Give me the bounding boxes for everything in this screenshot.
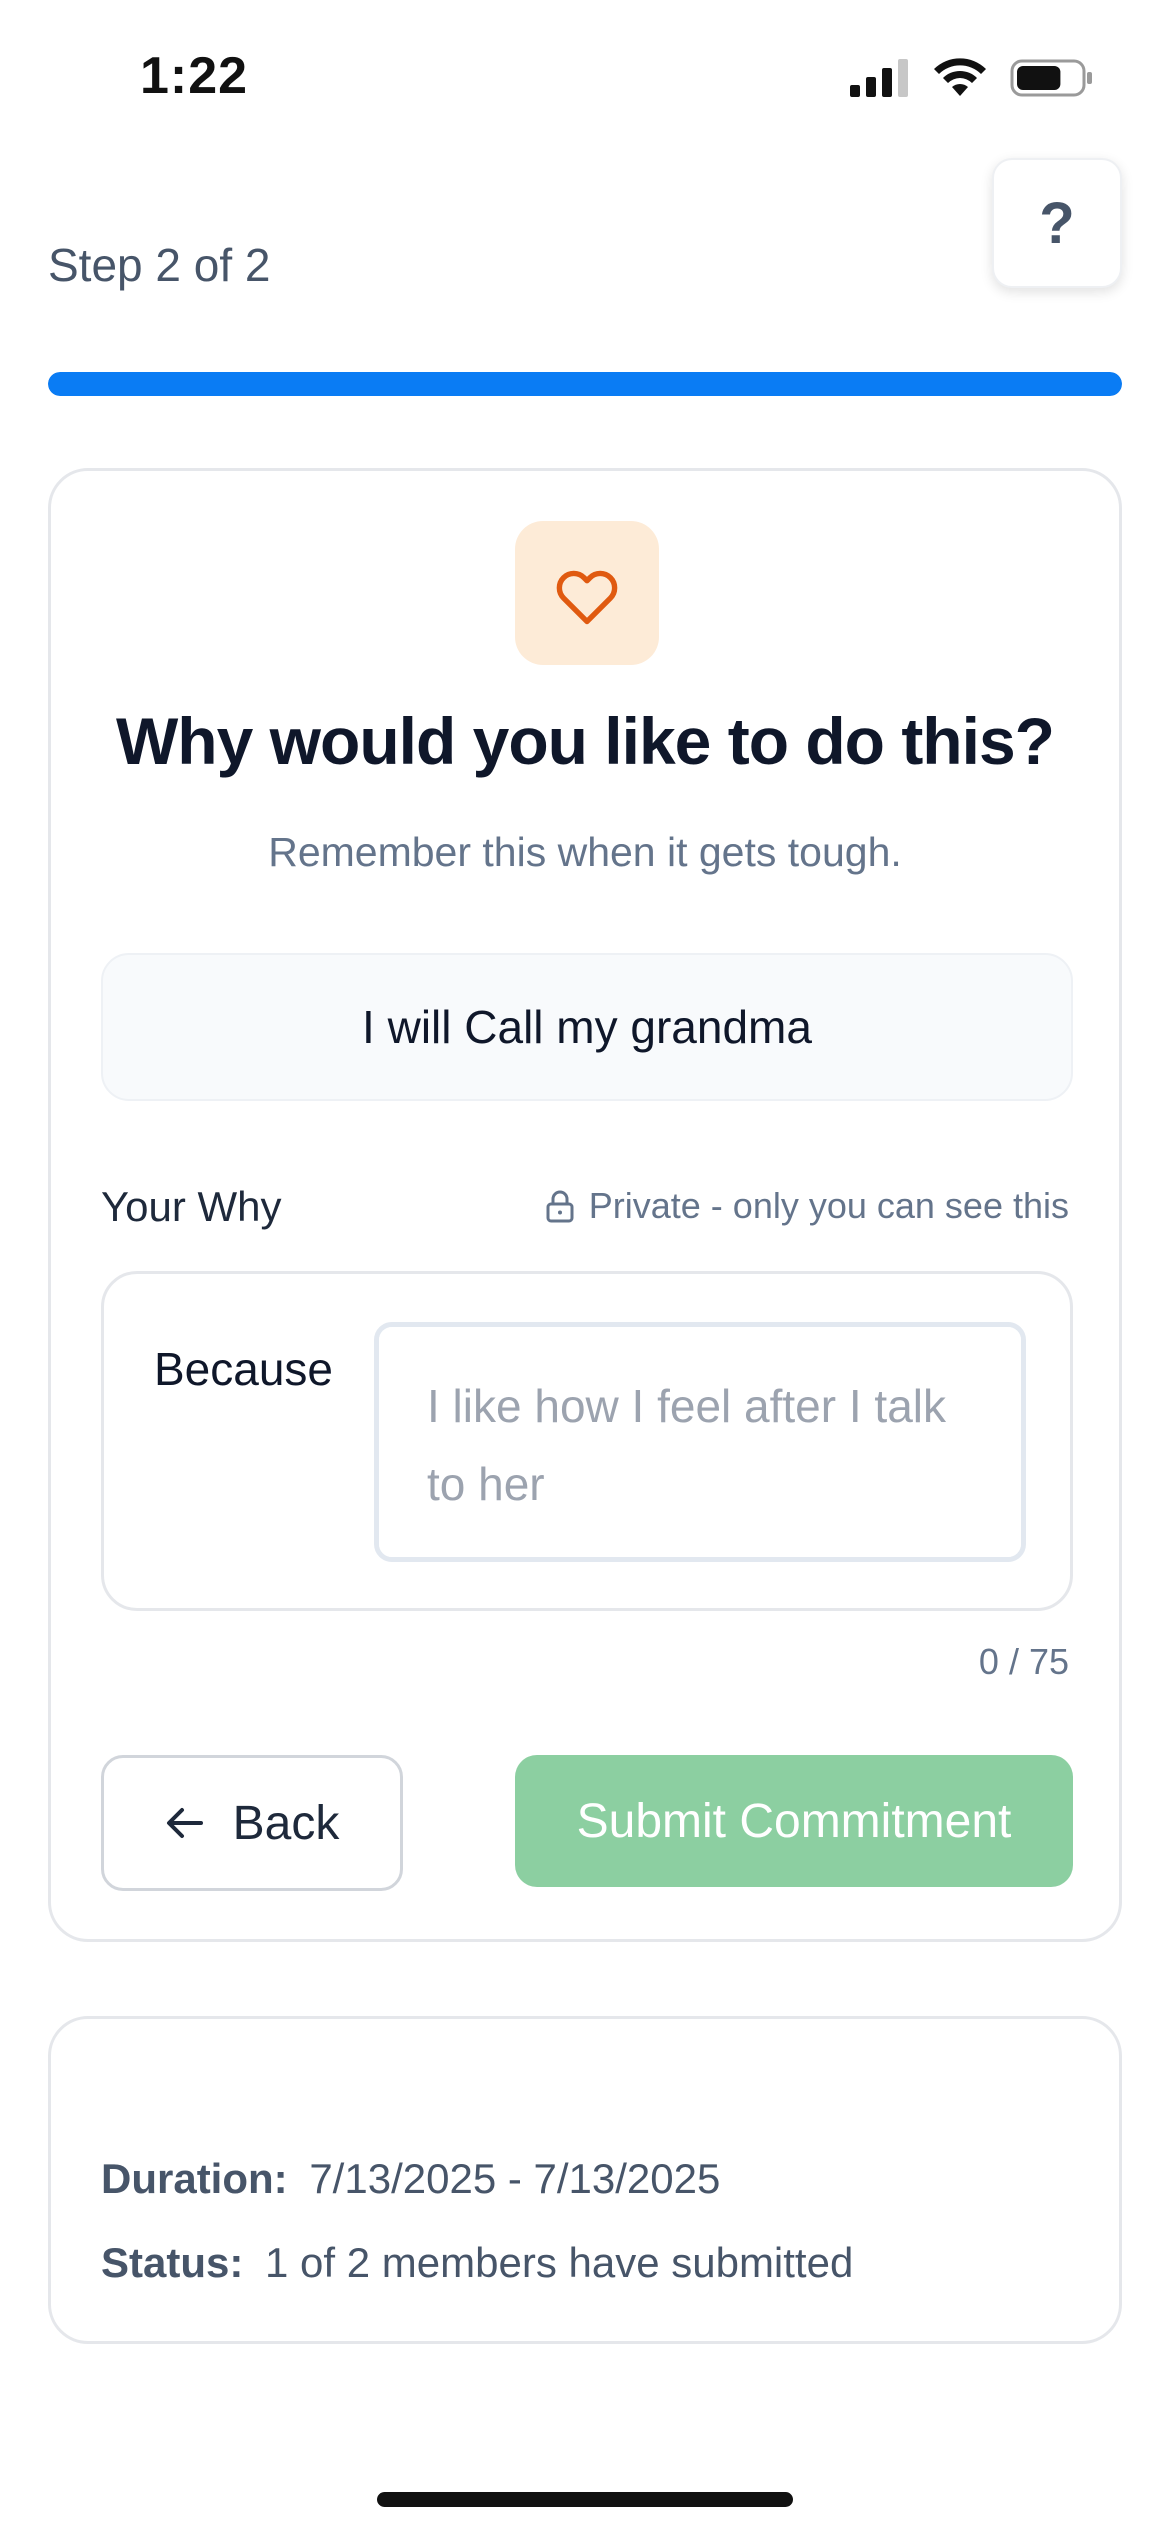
status-value: 1 of 2 members have submitted (265, 2239, 854, 2286)
question-heading: Why would you like to do this? (116, 704, 1055, 778)
back-button-label: Back (232, 1796, 340, 1850)
cellular-signal-icon (850, 59, 908, 97)
progress-fill (48, 372, 1122, 396)
status-row: Status: 1 of 2 members have submitted (101, 2239, 853, 2287)
battery-icon (1010, 59, 1092, 97)
duration-value: 7/13/2025 - 7/13/2025 (309, 2155, 721, 2202)
home-indicator (377, 2492, 793, 2507)
because-label: Because (154, 1343, 334, 1395)
private-note: Private - only you can see this (545, 1185, 1069, 1227)
why-box: Because (101, 1271, 1073, 1611)
your-why-label: Your Why (101, 1183, 282, 1230)
character-counter: 0 / 75 (978, 1641, 1069, 1682)
status-time: 1:22 (140, 47, 249, 105)
submit-commitment-button[interactable]: Submit Commitment (515, 1755, 1073, 1887)
wifi-icon (934, 58, 986, 96)
step-label: Step 2 of 2 (48, 239, 271, 291)
status-label: Status: (101, 2239, 244, 2286)
help-button[interactable]: ? (992, 158, 1122, 288)
why-card: Why would you like to do this? Remember … (48, 468, 1122, 1942)
heart-icon (556, 570, 618, 625)
private-note-text: Private - only you can see this (588, 1185, 1069, 1226)
why-input[interactable] (374, 1322, 1026, 1562)
progress-bar (48, 372, 1122, 396)
duration-row: Duration: 7/13/2025 - 7/13/2025 (101, 2155, 720, 2203)
commitment-text: I will Call my grandma (101, 953, 1073, 1101)
arrow-left-icon (166, 1808, 203, 1838)
back-button[interactable]: Back (101, 1755, 403, 1891)
lock-icon (546, 1190, 574, 1223)
info-card: Duration: 7/13/2025 - 7/13/2025 Status: … (48, 2016, 1122, 2344)
status-icons (850, 58, 1094, 98)
duration-label: Duration: (101, 2155, 288, 2202)
question-subtitle: Remember this when it gets tough. (268, 829, 902, 875)
heart-tile (515, 521, 659, 665)
